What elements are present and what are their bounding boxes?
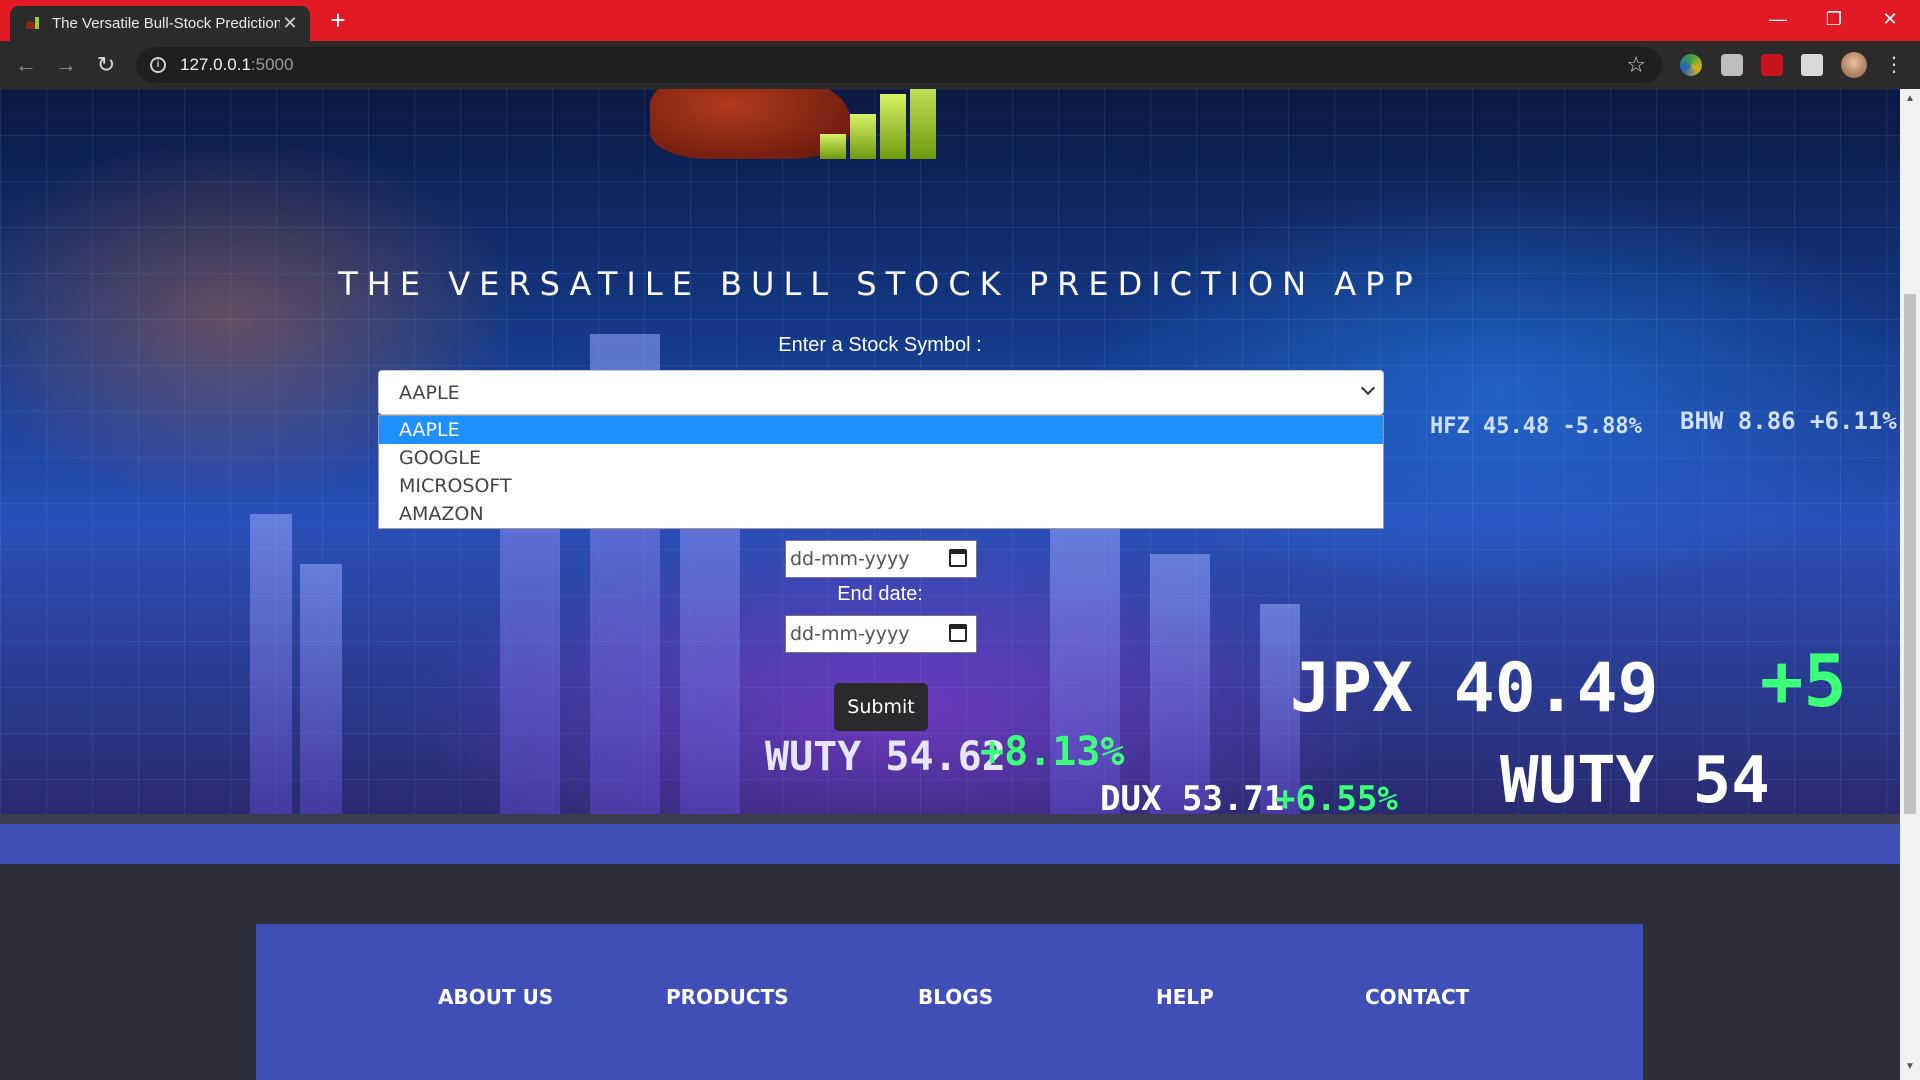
stock-symbol-dropdown: AAPLE GOOGLE MICROSOFT AMAZON [378, 415, 1384, 529]
logo-bar-icon [850, 114, 876, 159]
footer-link-products[interactable]: PRODUCTS [666, 985, 789, 1009]
browser-tab-strip: The Versatile Bull-Stock Prediction App … [0, 0, 1920, 41]
background-ticker: WUTY 54 [1500, 744, 1770, 814]
background-ticker: WUTY 54.62 [765, 734, 1006, 780]
profile-avatar[interactable] [1841, 52, 1867, 78]
scroll-up-icon[interactable]: ▲ [1904, 93, 1916, 105]
footer-nav: ABOUT US PRODUCTS BLOGS HELP CONTACT [256, 924, 1643, 1080]
web-page: HFZ 45.48 -5.88% BHW 8.86 +6.11% JPX 40.… [0, 89, 1900, 1080]
restore-window-button[interactable]: ❐ [1806, 0, 1862, 38]
footer-link-blogs[interactable]: BLOGS [918, 985, 993, 1009]
symbol-option-amazon[interactable]: AMAZON [379, 500, 1383, 528]
chevron-down-icon [1360, 380, 1376, 396]
background-ticker: +5 [1760, 639, 1847, 723]
close-window-button[interactable]: ✕ [1862, 0, 1918, 38]
logo-bar-icon [910, 89, 936, 159]
start-date-input[interactable]: dd-mm-yyyy [785, 540, 977, 578]
bull-favicon-icon [24, 15, 42, 33]
hero-section: HFZ 45.48 -5.88% BHW 8.86 +6.11% JPX 40.… [0, 89, 1900, 814]
logo-bar-icon [820, 134, 846, 159]
footer-link-about-us[interactable]: ABOUT US [438, 985, 553, 1009]
address-bar[interactable]: i 127.0.0.1:5000 ☆ [136, 47, 1662, 83]
end-date-input[interactable]: dd-mm-yyyy [785, 615, 977, 653]
page-scrollbar[interactable]: ▲ ▼ [1900, 89, 1920, 1080]
new-tab-button[interactable]: + [324, 6, 352, 34]
hero-divider [0, 814, 1900, 824]
app-title: THE VERSATILE BULL STOCK PREDICTION APP [338, 265, 1422, 303]
pdf-icon[interactable] [1761, 54, 1783, 76]
camera-icon[interactable] [1721, 54, 1743, 76]
reload-button[interactable]: ↻ [90, 49, 122, 81]
footer-link-help[interactable]: HELP [1156, 985, 1214, 1009]
stock-symbol-select[interactable]: AAPLE [378, 370, 1384, 415]
scroll-down-icon[interactable]: ▼ [1904, 1061, 1916, 1073]
minimize-window-button[interactable]: — [1750, 0, 1806, 38]
calendar-icon[interactable] [949, 624, 967, 642]
blue-strip [0, 824, 1900, 864]
symbol-option-microsoft[interactable]: MICROSOFT [379, 472, 1383, 500]
background-ticker: BHW 8.86 +6.11% [1680, 407, 1897, 435]
extension-color-icon[interactable] [1680, 54, 1702, 76]
extensions-puzzle-icon[interactable] [1801, 54, 1823, 76]
url-host: 127.0.0.1 [180, 55, 251, 74]
url-port: :5000 [250, 55, 294, 74]
site-info-icon[interactable]: i [150, 57, 166, 73]
background-ticker: HFZ 45.48 -5.88% [1430, 414, 1642, 439]
back-button[interactable]: ← [10, 49, 42, 81]
background-ticker: +6.55% [1275, 779, 1398, 814]
footer: ABOUT US PRODUCTS BLOGS HELP CONTACT [0, 864, 1900, 1080]
background-ticker: DUX 53.71 [1100, 779, 1285, 814]
stock-symbol-label: Enter a Stock Symbol : [778, 334, 982, 356]
browser-toolbar: ← → ↻ i 127.0.0.1:5000 ☆ ⋮ [0, 41, 1920, 89]
browser-tab[interactable]: The Versatile Bull-Stock Prediction App … [10, 6, 310, 41]
footer-link-contact[interactable]: CONTACT [1365, 985, 1469, 1009]
end-date-label: End date: [837, 583, 923, 605]
tab-title: The Versatile Bull-Stock Prediction App [52, 15, 280, 32]
scroll-thumb[interactable] [1904, 294, 1916, 814]
selected-symbol: AAPLE [399, 381, 460, 404]
symbol-option-aaple[interactable]: AAPLE [379, 416, 1383, 444]
calendar-icon[interactable] [949, 549, 967, 567]
close-tab-icon[interactable]: ✕ [280, 13, 300, 34]
symbol-option-google[interactable]: GOOGLE [379, 444, 1383, 472]
logo-bar-icon [880, 94, 906, 159]
bull-logo [650, 89, 960, 164]
end-date-placeholder: dd-mm-yyyy [790, 623, 910, 645]
submit-button[interactable]: Submit [834, 683, 928, 731]
background-ticker: +8.13% [980, 729, 1125, 775]
background-bar [250, 514, 292, 814]
forward-button[interactable]: → [50, 49, 82, 81]
bookmark-star-icon[interactable]: ☆ [1626, 52, 1646, 78]
browser-menu-icon[interactable]: ⋮ [1884, 54, 1904, 76]
start-date-placeholder: dd-mm-yyyy [790, 548, 910, 570]
background-ticker: JPX 40.49 [1290, 649, 1659, 728]
